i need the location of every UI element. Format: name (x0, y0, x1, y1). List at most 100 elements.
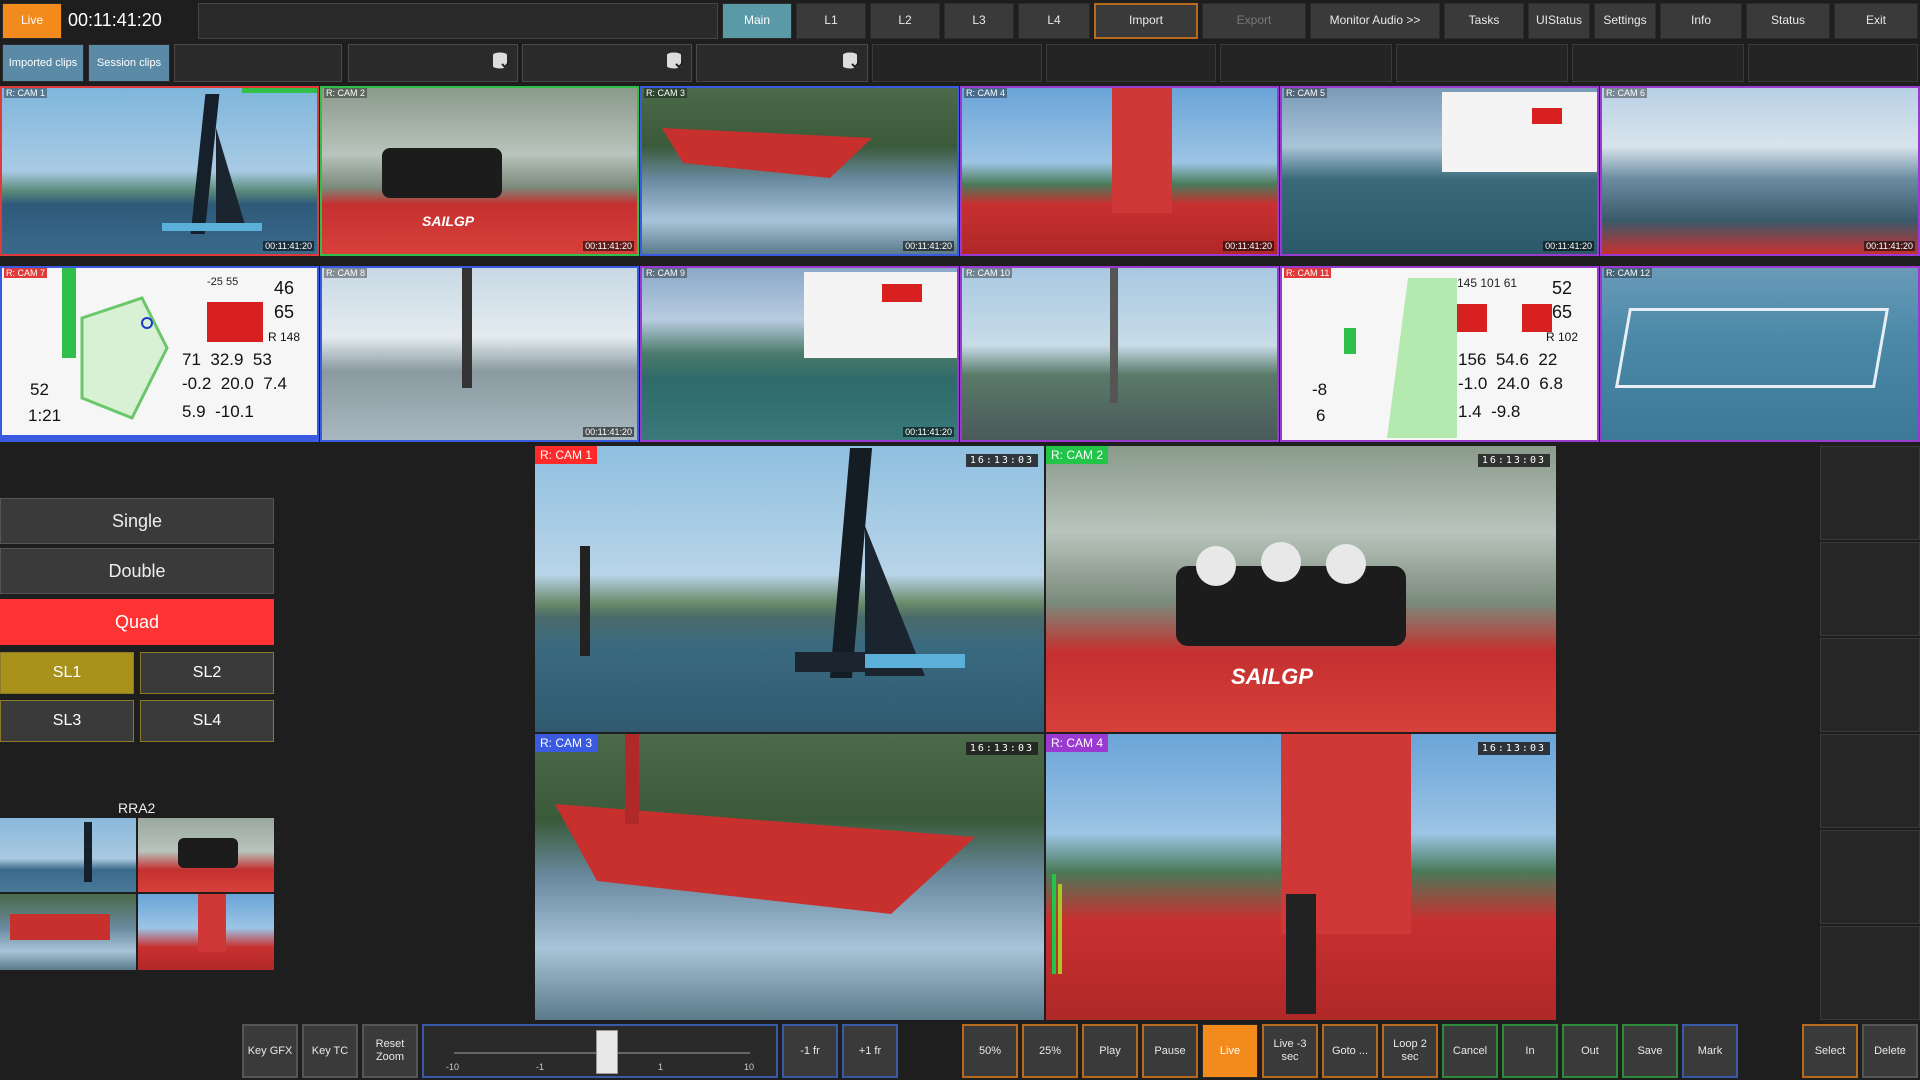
tasks-button[interactable]: Tasks (1444, 3, 1524, 39)
quad-pane-cam3[interactable]: R: CAM 3 16:13:03 (535, 734, 1044, 1020)
play-button[interactable]: Play (1082, 1024, 1138, 1078)
tab-l2[interactable]: L2 (870, 3, 940, 39)
quad-pane-cam4[interactable]: R: CAM 4 16:13:03 (1046, 734, 1556, 1020)
clip-slot-9[interactable] (1572, 44, 1744, 82)
right-slot-2[interactable] (1820, 542, 1920, 636)
right-slot-3[interactable] (1820, 638, 1920, 732)
status-button[interactable]: Status (1746, 3, 1830, 39)
clip-slot-4[interactable] (696, 44, 868, 82)
clip-slot-1[interactable] (174, 44, 342, 82)
camera-tile-cam11[interactable]: 145 101 61 52 65 R 102 156 54.6 22 -1.0 … (1280, 266, 1599, 442)
rra-preview-2[interactable] (138, 818, 274, 892)
clip-slot-5[interactable] (872, 44, 1042, 82)
hud-value: 145 (1457, 276, 1478, 290)
camera-tile-cam2[interactable]: SAILGP R: CAM 2 00:11:41:20 (320, 86, 639, 256)
monitor-audio-button[interactable]: Monitor Audio >> (1310, 3, 1440, 39)
layout-double-button[interactable]: Double (0, 548, 274, 594)
reset-zoom-button[interactable]: Reset Zoom (362, 1024, 418, 1078)
hud-value: 65 (1552, 302, 1573, 322)
save-button[interactable]: Save (1622, 1024, 1678, 1078)
plus-1-frame-button[interactable]: +1 fr (842, 1024, 898, 1078)
camera-tile-cam12[interactable]: R: CAM 12 (1600, 266, 1920, 442)
quad-pane-cam1[interactable]: R: CAM 1 16:13:03 (535, 446, 1044, 732)
key-gfx-button[interactable]: Key GFX (242, 1024, 298, 1078)
rra-preview-1[interactable] (0, 818, 136, 892)
sl4-button[interactable]: SL4 (140, 700, 274, 742)
imported-clips-button[interactable]: Imported clips (2, 44, 84, 82)
key-tc-button[interactable]: Key TC (302, 1024, 358, 1078)
camera-tile-cam6[interactable]: R: CAM 6 00:11:41:20 (1600, 86, 1920, 256)
exit-button[interactable]: Exit (1834, 3, 1918, 39)
tile-label: R: CAM 2 (324, 88, 368, 98)
clip-slot-10[interactable] (1748, 44, 1918, 82)
right-slot-6[interactable] (1820, 926, 1920, 1020)
mark-button[interactable]: Mark (1682, 1024, 1738, 1078)
hud-value: 1:21 (28, 406, 62, 425)
clip-slot-6[interactable] (1046, 44, 1216, 82)
info-button[interactable]: Info (1660, 3, 1742, 39)
tab-l1[interactable]: L1 (796, 3, 866, 39)
camera-tile-cam7[interactable]: -25 55 46 65 R 148 71 32.9 53 -0.2 20.0 … (0, 266, 319, 442)
session-clips-button[interactable]: Session clips (88, 44, 170, 82)
hud-value: 6 (1316, 406, 1326, 425)
live-button[interactable]: Live (1202, 1024, 1258, 1078)
in-point-button[interactable]: In (1502, 1024, 1558, 1078)
clip-slot-7[interactable] (1220, 44, 1392, 82)
cancel-button[interactable]: Cancel (1442, 1024, 1498, 1078)
camera-tile-cam1[interactable]: R: CAM 1 00:11:41:20 (0, 86, 319, 256)
hud-value: -8 (1312, 380, 1328, 399)
clip-slot-8[interactable] (1396, 44, 1568, 82)
clip-slot-2[interactable] (348, 44, 518, 82)
right-slot-1[interactable] (1820, 446, 1920, 540)
pane-timecode: 16:13:03 (1477, 742, 1550, 755)
camera-tile-cam8[interactable]: R: CAM 8 00:11:41:20 (320, 266, 639, 442)
speed-50-button[interactable]: 50% (962, 1024, 1018, 1078)
tab-l4[interactable]: L4 (1018, 3, 1090, 39)
right-slot-5[interactable] (1820, 830, 1920, 924)
loop-2-sec-button[interactable]: Loop 2 sec (1382, 1024, 1438, 1078)
select-button[interactable]: Select (1802, 1024, 1858, 1078)
database-check-icon (493, 52, 511, 69)
speed-25-button[interactable]: 25% (1022, 1024, 1078, 1078)
hud-value: -0.2 (182, 374, 212, 393)
camera-tile-cam3[interactable]: R: CAM 3 00:11:41:20 (640, 86, 959, 256)
delete-button[interactable]: Delete (1862, 1024, 1918, 1078)
tile-label: R: CAM 5 (1284, 88, 1328, 98)
tab-main[interactable]: Main (722, 3, 792, 39)
layout-single-button[interactable]: Single (0, 498, 274, 544)
minus-1-frame-button[interactable]: -1 fr (782, 1024, 838, 1078)
live-indicator-button[interactable]: Live (2, 3, 62, 39)
rra-preview-4[interactable] (138, 894, 274, 970)
hud-value: 101 (1480, 276, 1501, 290)
jog-handle[interactable] (596, 1030, 618, 1074)
settings-button[interactable]: Settings (1594, 3, 1656, 39)
camera-tile-cam5[interactable]: R: CAM 5 00:11:41:20 (1280, 86, 1599, 256)
quad-pane-cam2[interactable]: SAILGP R: CAM 2 16:13:03 (1046, 446, 1556, 732)
jog-shuttle-slider[interactable]: -10 -1 1 10 (422, 1024, 778, 1078)
pause-button[interactable]: Pause (1142, 1024, 1198, 1078)
clip-slot-3[interactable] (522, 44, 692, 82)
live-minus-3-button[interactable]: Live -3 sec (1262, 1024, 1318, 1078)
hud-value: 65 (274, 302, 295, 322)
tile-label: R: CAM 7 (4, 268, 48, 278)
camera-tile-cam4[interactable]: R: CAM 4 00:11:41:20 (960, 86, 1279, 256)
goto-button[interactable]: Goto ... (1322, 1024, 1378, 1078)
camera-tile-cam9[interactable]: R: CAM 9 00:11:41:20 (640, 266, 959, 442)
right-slot-4[interactable] (1820, 734, 1920, 828)
tile-label: R: CAM 6 (1604, 88, 1648, 98)
out-point-button[interactable]: Out (1562, 1024, 1618, 1078)
hud-value: 22 (1538, 350, 1558, 369)
export-button[interactable]: Export (1202, 3, 1306, 39)
pane-label: R: CAM 3 (535, 734, 598, 752)
sl2-button[interactable]: SL2 (140, 652, 274, 694)
sl1-button[interactable]: SL1 (0, 652, 134, 694)
layout-quad-button[interactable]: Quad (0, 599, 274, 645)
import-button[interactable]: Import (1094, 3, 1198, 39)
hud-value: 6.8 (1539, 374, 1563, 393)
hud-value: 54.6 (1495, 350, 1529, 369)
rra-preview-3[interactable] (0, 894, 136, 970)
camera-tile-cam10[interactable]: R: CAM 10 (960, 266, 1279, 442)
sl3-button[interactable]: SL3 (0, 700, 134, 742)
tab-l3[interactable]: L3 (944, 3, 1014, 39)
uistatus-button[interactable]: UIStatus (1528, 3, 1590, 39)
